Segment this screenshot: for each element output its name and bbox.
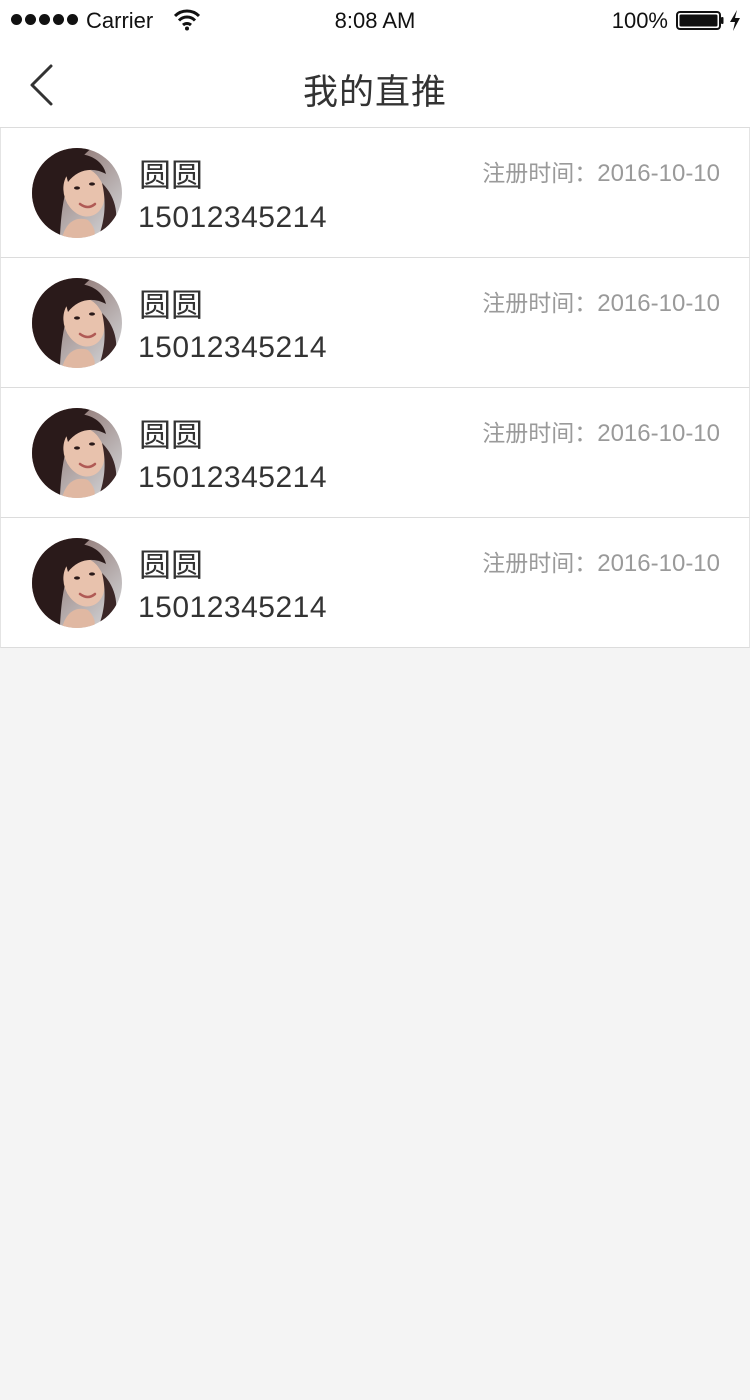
avatar [32,278,122,368]
date-label: 注册时间： [482,421,598,447]
date-value: 2016-10-10 [597,420,720,447]
charging-bolt-icon [730,10,740,31]
item-name: 圆圆 [139,286,204,324]
registration-date: 注册时间：2016-10-10 [482,414,720,448]
item-phone: 15012345214 [138,201,328,234]
navigation-bar: 我的直推 [0,40,750,128]
item-phone: 15012345214 [138,461,328,494]
list-item[interactable]: 圆圆 15012345214 注册时间：2016-10-10 [0,258,750,388]
avatar [32,538,122,628]
item-name: 圆圆 [139,416,204,454]
item-name: 圆圆 [139,546,204,584]
registration-date: 注册时间：2016-10-10 [482,284,720,318]
date-value: 2016-10-10 [597,550,720,577]
list-item[interactable]: 圆圆 15012345214 注册时间：2016-10-10 [0,128,750,258]
page-title: 我的直推 [302,73,447,113]
registration-date: 注册时间：2016-10-10 [482,544,720,578]
date-label: 注册时间： [482,161,598,187]
date-label: 注册时间： [482,291,598,317]
registration-date: 注册时间：2016-10-10 [482,154,720,188]
item-name: 圆圆 [139,156,204,194]
item-phone: 15012345214 [138,331,328,364]
status-bar: Carrier 8:08 AM 100% [0,0,750,40]
referral-list: 圆圆 15012345214 注册时间：2016-10-10 圆圆 150123… [0,128,750,648]
date-label: 注册时间： [482,551,598,577]
item-phone: 15012345214 [138,591,328,624]
avatar [32,148,122,238]
list-item[interactable]: 圆圆 15012345214 注册时间：2016-10-10 [0,518,750,648]
avatar [32,408,122,498]
battery-icon [676,11,724,30]
list-item[interactable]: 圆圆 15012345214 注册时间：2016-10-10 [0,388,750,518]
date-value: 2016-10-10 [597,160,720,187]
date-value: 2016-10-10 [597,290,720,317]
battery-percentage: 100% [611,8,668,33]
